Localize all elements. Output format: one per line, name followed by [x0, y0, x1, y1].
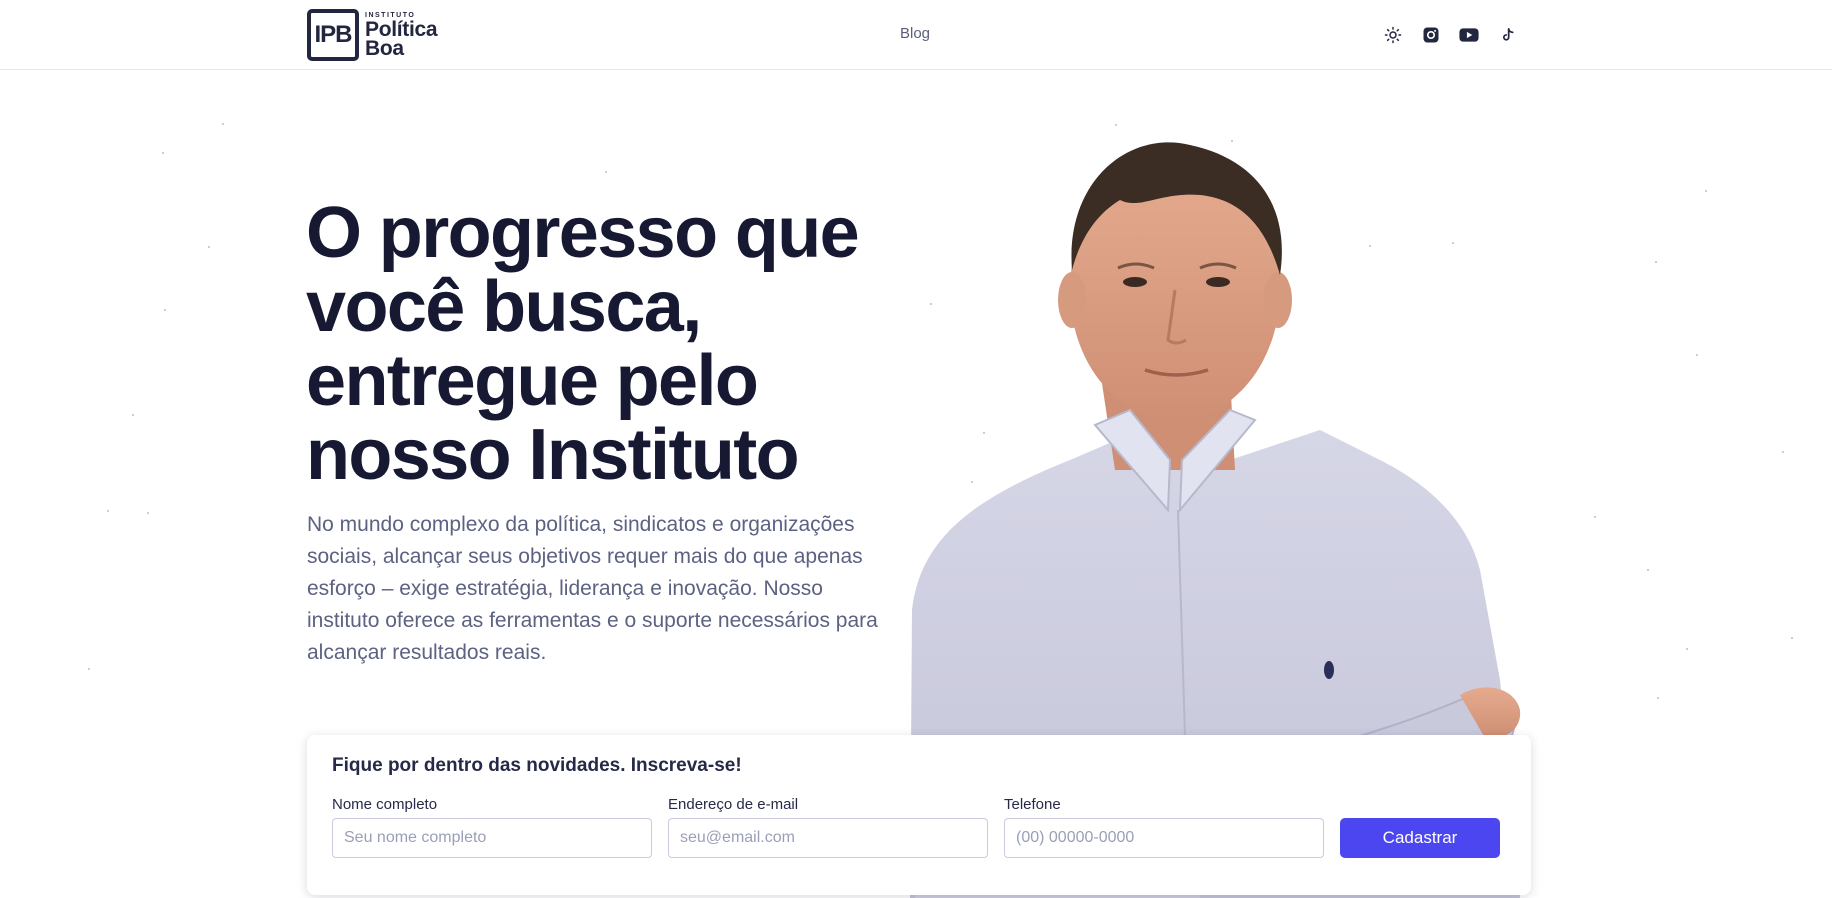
name-field[interactable] — [332, 818, 652, 858]
phone-field[interactable] — [1004, 818, 1324, 858]
name-label: Nome completo — [332, 796, 438, 813]
site-header: IPB INSTITUTO Política Boa Blog — [0, 0, 1832, 70]
phone-label: Telefone — [1004, 796, 1061, 813]
youtube-icon — [1459, 28, 1479, 42]
hero-title-line: O progresso que — [306, 193, 860, 273]
instagram-link[interactable] — [1420, 24, 1442, 46]
email-field[interactable] — [668, 818, 988, 858]
youtube-link[interactable] — [1458, 24, 1480, 46]
hero-title-line: entregue pelo — [306, 341, 759, 421]
theme-toggle-button[interactable] — [1382, 24, 1404, 46]
logo-wordmark: INSTITUTO Política Boa — [365, 12, 438, 60]
hero-title: O progresso que você busca, entregue pel… — [306, 196, 926, 492]
hero-description: No mundo complexo da política, sindicato… — [307, 513, 878, 664]
tiktok-icon — [1503, 28, 1514, 41]
hero-title-line: você busca, — [306, 267, 702, 347]
logo-mark: IPB — [307, 9, 359, 61]
sun-icon — [1384, 26, 1402, 44]
logo-line-2: Boa — [365, 37, 404, 60]
nav-link-blog[interactable]: Blog — [900, 25, 930, 42]
newsletter-title: Fique por dentro das novidades. Inscreva… — [332, 755, 742, 776]
logo[interactable]: IPB INSTITUTO Política Boa — [307, 9, 438, 61]
newsletter-form: Fique por dentro das novidades. Inscreva… — [307, 735, 1531, 895]
instagram-icon — [1423, 27, 1439, 43]
tiktok-link[interactable] — [1497, 24, 1519, 46]
submit-button[interactable]: Cadastrar — [1340, 818, 1500, 858]
hero-title-line: nosso Instituto — [306, 415, 800, 495]
email-label: Endereço de e-mail — [668, 796, 799, 813]
